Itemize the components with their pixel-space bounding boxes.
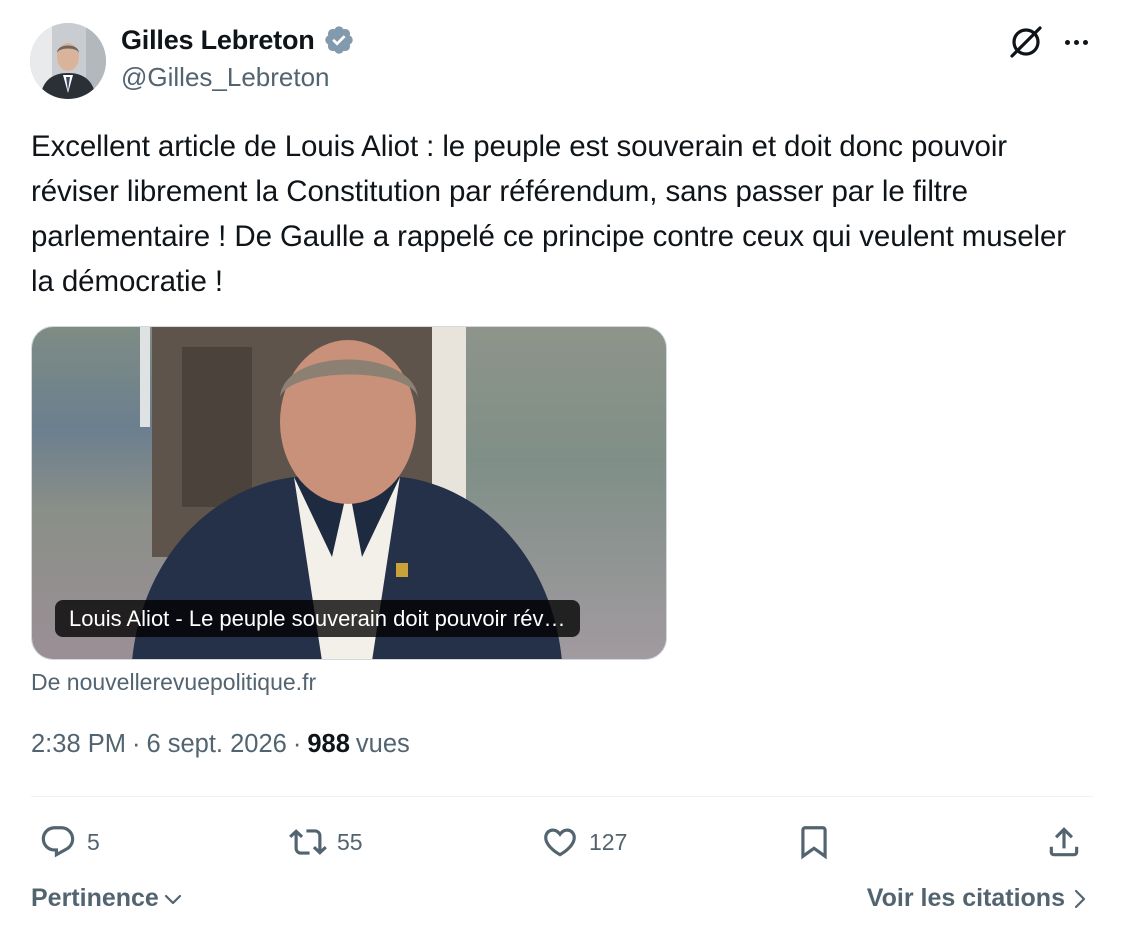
like-icon bbox=[544, 828, 576, 857]
reply-count: 5 bbox=[87, 828, 100, 855]
tweet-time[interactable]: 2:38 PM bbox=[31, 730, 126, 759]
like-button[interactable]: 127 bbox=[541, 818, 627, 866]
verified-badge-icon[interactable] bbox=[323, 24, 355, 56]
like-count: 127 bbox=[589, 828, 628, 855]
more-dot bbox=[1082, 39, 1088, 45]
reply-icon bbox=[41, 826, 75, 858]
views-count: 988 bbox=[307, 730, 350, 758]
share-button[interactable] bbox=[1045, 818, 1083, 866]
sort-label: Pertinence bbox=[31, 884, 159, 912]
views-label: vues bbox=[355, 730, 410, 758]
meta-separator: · bbox=[131, 730, 141, 758]
author-name-row[interactable]: Gilles Lebreton bbox=[121, 24, 355, 56]
chevron-down-icon bbox=[164, 894, 181, 904]
divider bbox=[31, 796, 1093, 797]
bookmark-button[interactable] bbox=[795, 818, 833, 866]
tweet-meta: 2:38 PM · 6 sept. 2026 · 988 vues bbox=[31, 730, 410, 759]
link-card[interactable]: Louis Aliot - Le peuple souverain doit p… bbox=[31, 326, 667, 660]
meta-separator-2: · bbox=[292, 730, 302, 758]
more-dot bbox=[1073, 39, 1079, 45]
view-quotes-label: Voir les citations bbox=[866, 884, 1065, 912]
tweet-date[interactable]: 6 sept. 2026 bbox=[146, 730, 286, 759]
link-card-caption: Louis Aliot - Le peuple souverain doit p… bbox=[55, 600, 580, 637]
link-source[interactable]: De nouvellerevuepolitique.fr bbox=[31, 669, 316, 696]
retweet-count: 55 bbox=[337, 828, 363, 855]
action-bar: 5 55 127 bbox=[31, 818, 1093, 866]
avatar-image bbox=[30, 23, 106, 99]
more-icon[interactable] bbox=[1056, 26, 1096, 58]
view-quotes-link[interactable]: Voir les citations bbox=[867, 884, 1087, 913]
avatar[interactable] bbox=[30, 23, 106, 99]
author-handle[interactable]: @Gilles_Lebreton bbox=[121, 62, 330, 93]
tweet-text: Excellent article de Louis Aliot : le pe… bbox=[31, 130, 1067, 298]
author-display-name[interactable]: Gilles Lebreton bbox=[121, 25, 315, 56]
reply-button[interactable]: 5 bbox=[39, 818, 100, 866]
retweet-button[interactable]: 55 bbox=[289, 818, 363, 866]
grok-icon[interactable] bbox=[1006, 22, 1046, 62]
chevron-right-icon bbox=[1074, 889, 1086, 908]
more-dot bbox=[1064, 39, 1070, 45]
bookmark-icon bbox=[801, 826, 827, 860]
retweet-icon bbox=[289, 829, 327, 855]
sort-dropdown[interactable]: Pertinence bbox=[31, 884, 183, 913]
share-icon bbox=[1049, 827, 1079, 857]
